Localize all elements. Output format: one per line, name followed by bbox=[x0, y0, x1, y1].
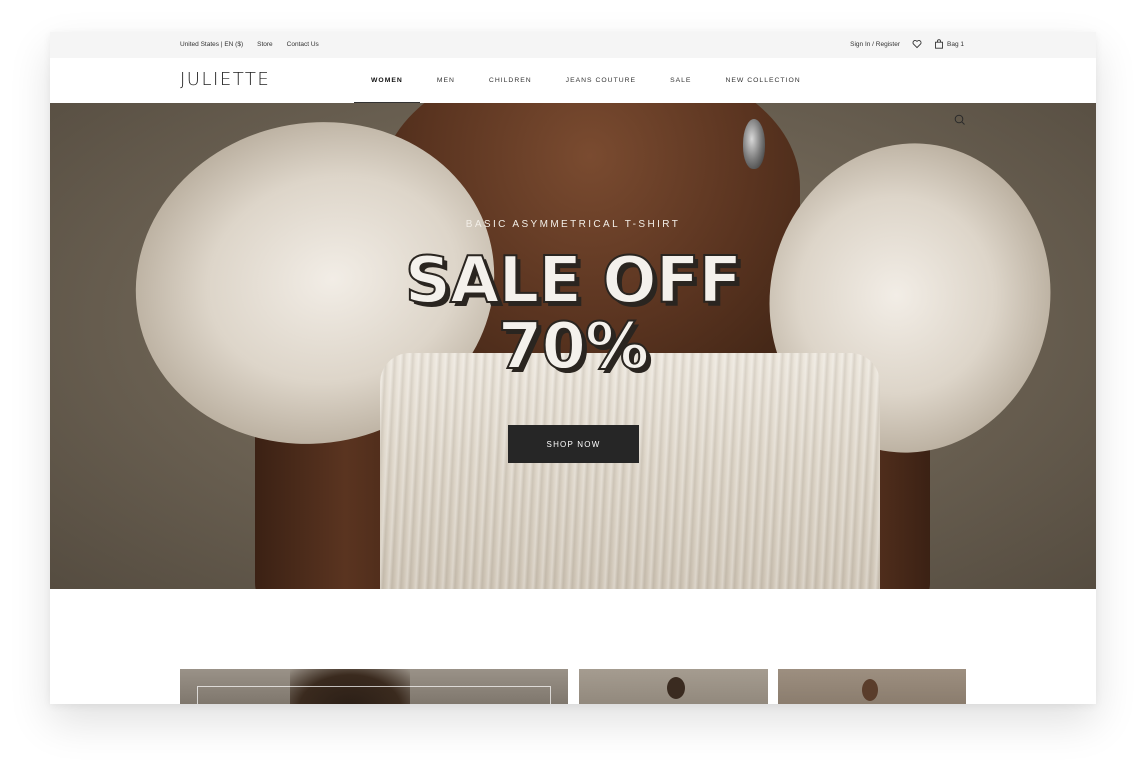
category-menu: WOMEN MEN CHILDREN JEANS COUTURE SALE NE… bbox=[354, 58, 818, 103]
bag-label: Bag 1 bbox=[947, 40, 964, 48]
brand-logo[interactable]: JULIETTE bbox=[180, 69, 270, 90]
signin-link[interactable]: Sign In / Register bbox=[850, 41, 900, 48]
contact-link[interactable]: Contact Us bbox=[287, 41, 319, 48]
collection-tile-3[interactable] bbox=[778, 669, 966, 704]
tile-1-outline bbox=[197, 686, 551, 704]
bag-button[interactable]: Bag 1 bbox=[934, 39, 964, 49]
hero-photo-dress-texture bbox=[380, 353, 880, 589]
utility-bar: United States | EN ($) Store Contact Us … bbox=[50, 32, 1096, 58]
hero-headline-line1: SALE OFF bbox=[404, 244, 743, 318]
tile-3-photo bbox=[862, 679, 878, 701]
tile-2-photo bbox=[667, 677, 685, 699]
hero-headline: SALE OFF 70% bbox=[50, 244, 1096, 384]
browser-page: United States | EN ($) Store Contact Us … bbox=[50, 32, 1096, 704]
hero-photo-earring bbox=[743, 119, 765, 169]
menu-item-men[interactable]: MEN bbox=[420, 58, 472, 103]
menu-item-sale[interactable]: SALE bbox=[653, 58, 708, 103]
hero-banner: BASIC ASYMMETRICAL T-SHIRT SALE OFF 70% … bbox=[50, 103, 1096, 589]
collection-tile-1[interactable] bbox=[180, 669, 568, 704]
menu-item-new-collection[interactable]: NEW COLLECTION bbox=[708, 58, 817, 103]
hero-headline-line2: 70% bbox=[497, 310, 650, 384]
hero-subtitle: BASIC ASYMMETRICAL T-SHIRT bbox=[465, 219, 681, 230]
store-link[interactable]: Store bbox=[257, 41, 273, 48]
heart-icon[interactable] bbox=[912, 39, 922, 49]
menu-item-children[interactable]: CHILDREN bbox=[472, 58, 549, 103]
menu-item-women[interactable]: WOMEN bbox=[354, 58, 420, 103]
shop-now-button[interactable]: SHOP NOW bbox=[508, 425, 639, 463]
main-navigation: JULIETTE WOMEN MEN CHILDREN JEANS COUTUR… bbox=[50, 58, 1096, 103]
menu-item-jeans-couture[interactable]: JEANS COUTURE bbox=[549, 58, 653, 103]
collection-tile-2[interactable] bbox=[579, 669, 768, 704]
search-icon[interactable] bbox=[953, 113, 967, 127]
shopping-bag-icon bbox=[934, 39, 944, 49]
region-selector[interactable]: United States | EN ($) bbox=[180, 41, 243, 48]
